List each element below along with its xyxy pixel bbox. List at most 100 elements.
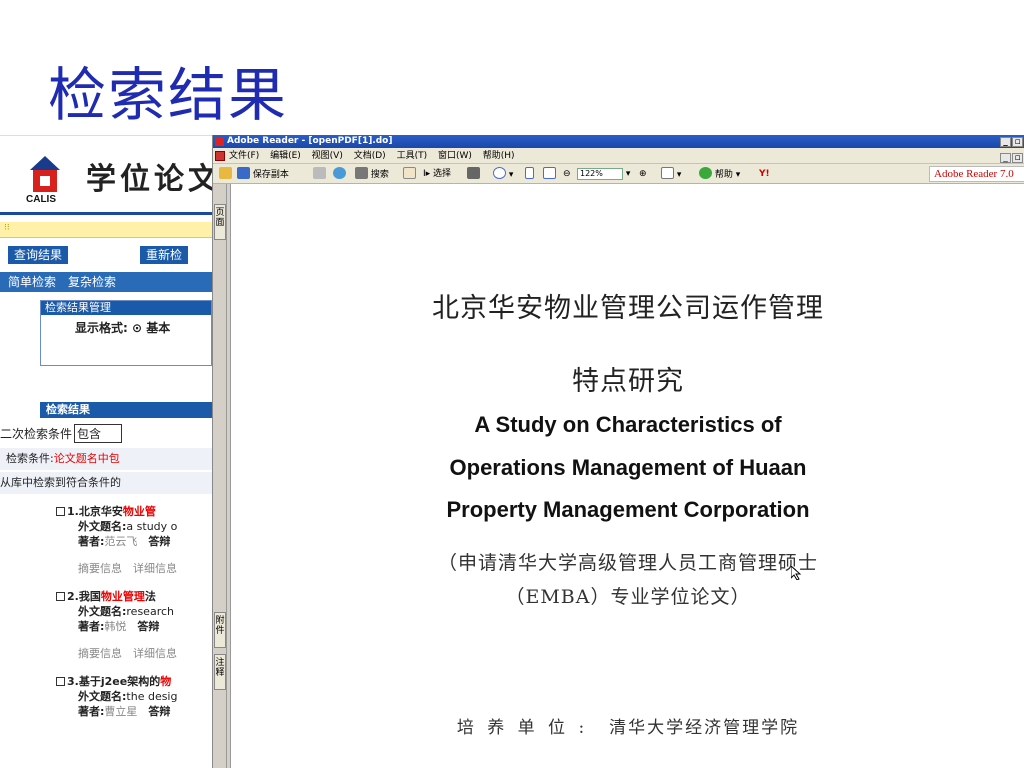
calis-web-page: CALIS 学位论文 ⁝⁝ 查询结果 重新检 简单检索 复杂检索 检索结果管理 …: [0, 135, 212, 740]
help-button[interactable]: 帮助 ▾: [699, 167, 740, 181]
doc-minimize-icon[interactable]: _: [1000, 153, 1011, 163]
select-checkbox[interactable]: [56, 507, 65, 516]
search-button[interactable]: 搜索: [355, 167, 389, 181]
info-bar: ⁝⁝: [0, 222, 212, 238]
zoom-out-button[interactable]: ⊖: [563, 167, 571, 181]
email-icon: [333, 167, 346, 179]
save-copy-button[interactable]: 保存副本: [237, 167, 289, 181]
site-header: CALIS 学位论文: [0, 136, 212, 216]
list-item[interactable]: 2.我国物业管理法 外文题名:research 著者:韩悦 答辩 摘要信息 详细…: [56, 589, 212, 661]
window-titlebar: Adobe Reader - [openPDF[1].do] _ ▫: [213, 135, 1024, 148]
menu-help[interactable]: 帮助(H): [483, 151, 515, 161]
zoom-tool-icon: [493, 167, 506, 179]
found-count-row: 从库中检索到符合条件的: [0, 472, 212, 494]
thesis-title-cn-line1: 北京华安物业管理公司运作管理: [432, 293, 824, 324]
zoom-out-icon: ⊖: [563, 169, 571, 179]
zoom-in-plus-button[interactable]: ⊕: [639, 167, 647, 181]
list-item[interactable]: 3.基于j2ee架构的物 外文题名:the desig 著者:曹立星 答辩: [56, 674, 212, 719]
fit-width-button[interactable]: [543, 167, 556, 181]
menu-document[interactable]: 文档(D): [354, 151, 386, 161]
email-button[interactable]: [333, 167, 346, 181]
thesis-title-cn-line2: 特点研究: [572, 366, 684, 397]
window-title: Adobe Reader - [openPDF[1].do]: [227, 136, 393, 146]
open-folder-icon: [219, 167, 232, 179]
hand-tool-button[interactable]: [403, 167, 416, 181]
results-management-panel: 检索结果管理 显示格式: ⊙ 基本: [40, 300, 212, 366]
zoom-in-button[interactable]: ▾: [493, 167, 513, 181]
navigation-sidebar: 页面 附件 注释: [213, 184, 227, 768]
zoom-in-icon: ⊕: [639, 169, 647, 179]
query-results-button[interactable]: 查询结果: [8, 246, 69, 264]
search-condition-row: 检索条件:论文题名中包: [0, 448, 212, 470]
print-icon: [313, 167, 326, 179]
text-cursor-icon: I▸: [423, 169, 431, 179]
document-icon: [215, 151, 225, 161]
item-links[interactable]: 摘要信息 详细信息: [56, 646, 212, 661]
fit-width-icon: [543, 167, 556, 179]
slide-title: 检索结果: [48, 61, 289, 129]
hand-icon: [403, 167, 416, 179]
condition-label: 检索条件:: [6, 452, 54, 465]
adobe-reader-logo: Adobe Reader 7.0: [929, 166, 1024, 182]
condition-value: 论文题名中包: [53, 452, 120, 465]
fit-page-icon: [525, 167, 534, 179]
button-row: 查询结果 重新检: [0, 246, 212, 264]
menu-bar: 文件(F) 编辑(E) 视图(V) 文档(D) 工具(T) 窗口(W) 帮助(H…: [213, 148, 1024, 164]
restore-icon[interactable]: ▫: [1012, 137, 1023, 147]
yahoo-toolbar-button[interactable]: Y!: [759, 167, 770, 181]
minimize-icon[interactable]: _: [1000, 137, 1011, 147]
panel-title: 检索结果管理: [41, 301, 211, 315]
calis-label: CALIS: [26, 194, 56, 205]
yahoo-icon: Y!: [759, 169, 770, 179]
list-item[interactable]: 1.北京华安物业管 外文题名:a study o 著者:范云飞 答辩 摘要信息 …: [56, 504, 212, 576]
tab-pages[interactable]: 页面: [214, 204, 226, 240]
search-mode-nav[interactable]: 简单检索 复杂检索: [0, 272, 212, 292]
menu-edit[interactable]: 编辑(E): [270, 151, 301, 161]
grip-icon: ⁝⁝: [4, 223, 10, 233]
select-checkbox[interactable]: [56, 677, 65, 686]
document-page: 北京华安物业管理公司运作管理 特点研究 A Study on Character…: [231, 184, 1024, 768]
thesis-title-en-line3: Property Management Corporation: [446, 497, 810, 522]
main-toolbar: 保存副本 搜索 I▸ 选择 ▾ ⊖ 122% ▾ ⊕ ▾ 帮助 ▾ Y! Ado…: [213, 164, 1024, 184]
open-button[interactable]: [219, 167, 232, 181]
secondary-search-row: 二次检索条件 包含: [0, 424, 212, 443]
binoculars-icon: [355, 167, 368, 179]
menu-file[interactable]: 文件(F): [229, 151, 259, 161]
page-icon: [661, 167, 674, 179]
results-header: 检索结果: [40, 402, 212, 418]
snapshot-button[interactable]: [467, 167, 480, 181]
camera-icon: [467, 167, 480, 179]
display-format-radio[interactable]: 显示格式: ⊙ 基本: [41, 315, 211, 336]
thesis-degree-line2: （EMBA）专业学位论文）: [505, 586, 751, 608]
training-unit-label: 培 养 单 位 :: [456, 718, 589, 738]
select-checkbox[interactable]: [56, 592, 65, 601]
menu-window[interactable]: 窗口(W): [438, 151, 472, 161]
training-unit-value: 清华大学经济管理学院: [609, 718, 800, 738]
re-search-button[interactable]: 重新检: [140, 246, 189, 264]
tab-attachments[interactable]: 附件: [214, 612, 226, 648]
rotate-view-button[interactable]: ▾: [661, 167, 681, 181]
thesis-title-en-line2: Operations Management of Huaan: [449, 455, 807, 480]
fit-page-button[interactable]: [525, 167, 534, 181]
menu-tools[interactable]: 工具(T): [397, 151, 428, 161]
adobe-app-icon: [215, 137, 224, 146]
select-tool-button[interactable]: I▸ 选择: [423, 167, 451, 181]
secondary-search-label: 二次检索条件: [0, 427, 73, 441]
header-rule: [0, 212, 212, 215]
help-icon: [699, 167, 712, 179]
training-unit: 培 养 单 位 : 清华大学经济管理学院: [231, 713, 1024, 738]
zoom-level-select[interactable]: 122% ▾: [577, 167, 630, 181]
save-icon: [237, 167, 250, 179]
secondary-search-select[interactable]: 包含: [74, 424, 123, 443]
tab-comments[interactable]: 注释: [214, 654, 226, 690]
item-links[interactable]: 摘要信息 详细信息: [56, 561, 212, 576]
adobe-reader-window: Adobe Reader - [openPDF[1].do] _ ▫ 文件(F) …: [212, 135, 1024, 768]
calis-logo-icon: [30, 156, 60, 192]
doc-restore-icon[interactable]: ▫: [1012, 153, 1023, 163]
site-title: 学位论文: [86, 162, 212, 197]
thesis-title-en-line1: A Study on Characteristics of: [474, 412, 782, 437]
menu-view[interactable]: 视图(V): [312, 151, 343, 161]
mouse-pointer-icon: [791, 566, 801, 580]
thesis-degree-line1: （申请清华大学高级管理人员工商管理硕士: [437, 552, 818, 574]
print-button[interactable]: [313, 167, 326, 181]
